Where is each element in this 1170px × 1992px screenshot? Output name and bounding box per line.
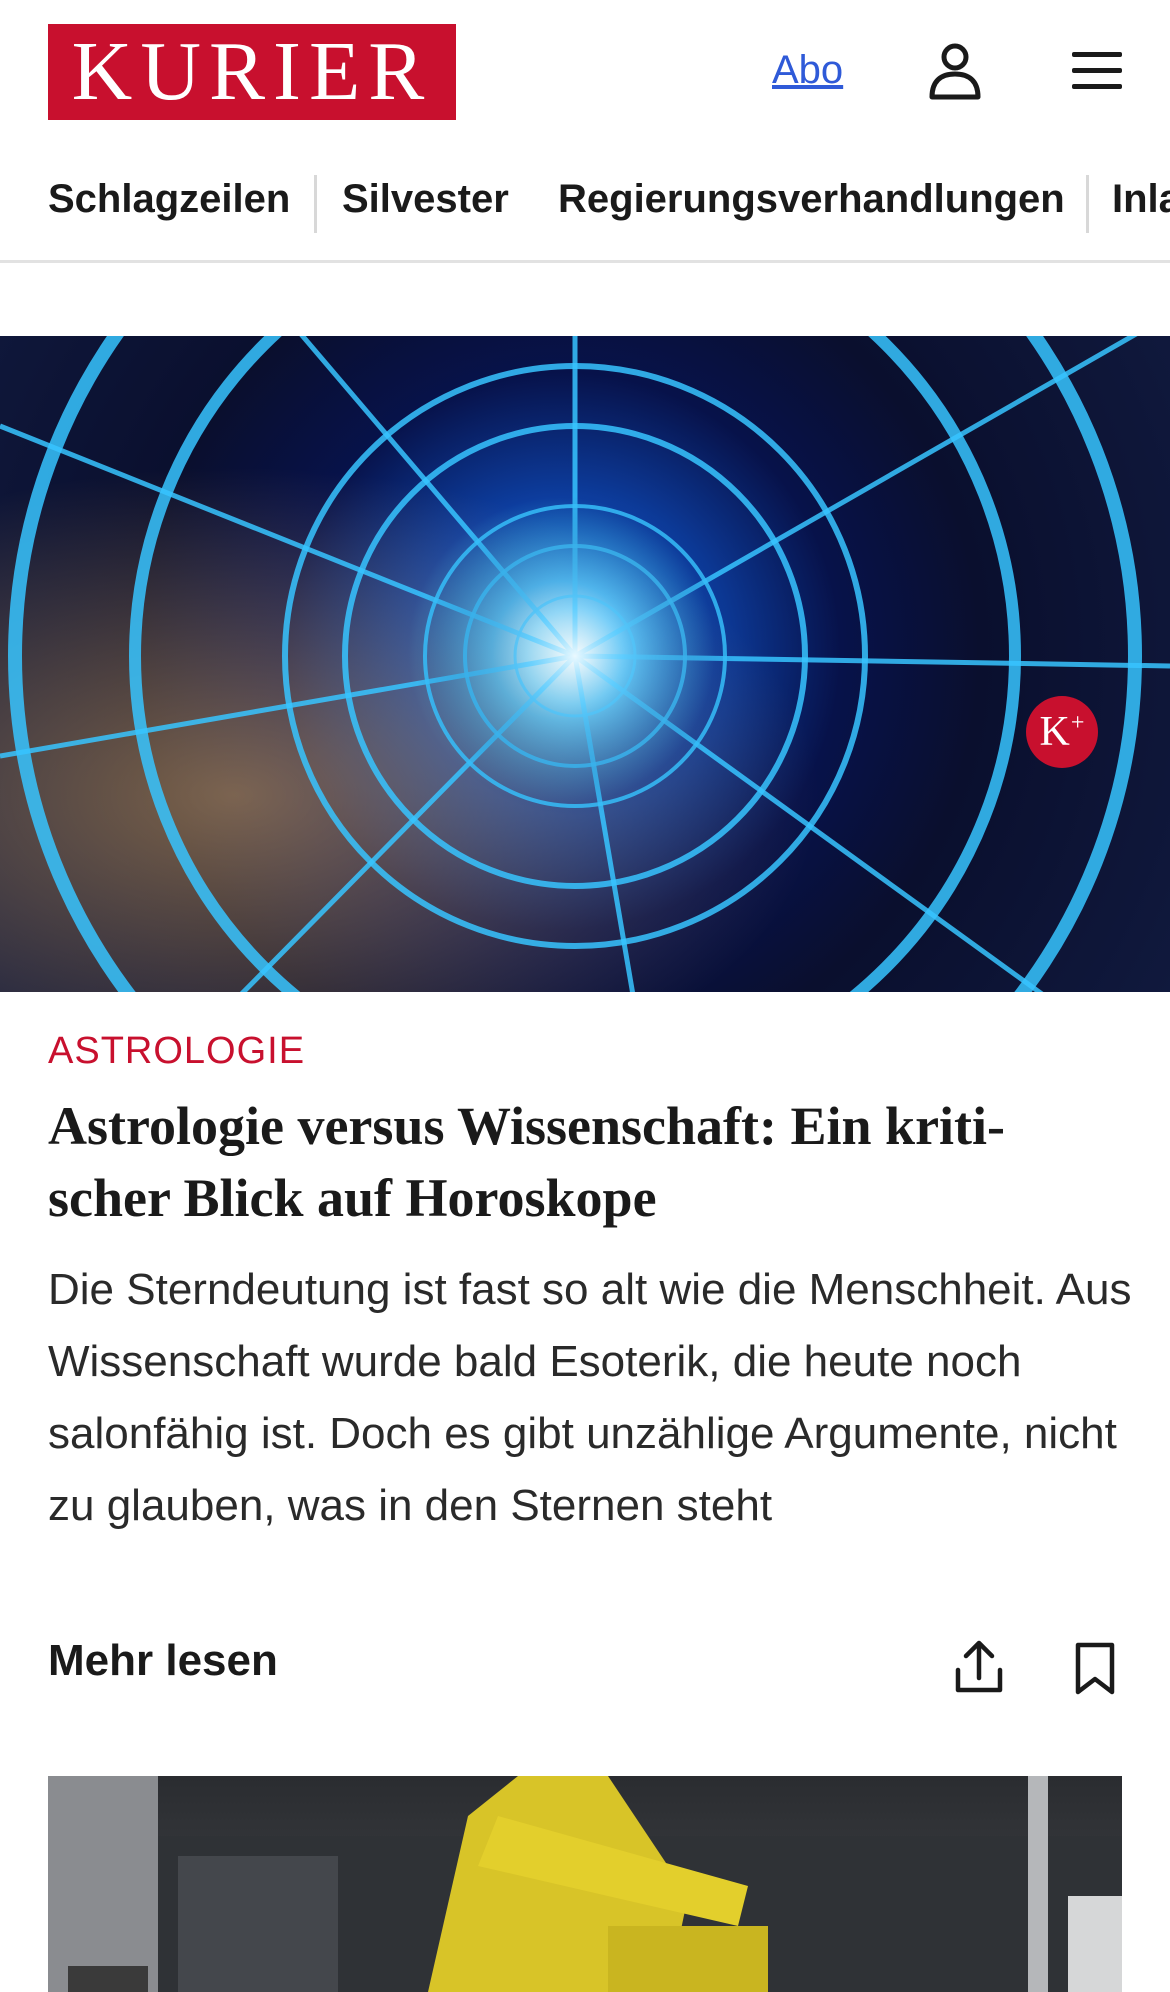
article-category[interactable]: ASTROLOGIE bbox=[48, 1030, 305, 1073]
nav-item-schlagzeilen[interactable]: Schlagzeilen bbox=[48, 177, 290, 222]
excavator-photo bbox=[48, 1776, 1122, 1992]
read-more-link[interactable]: Mehr lesen bbox=[48, 1636, 278, 1686]
article-hero-image[interactable]: K+ bbox=[0, 336, 1170, 992]
nav-divider bbox=[1086, 175, 1089, 233]
headline-line: scher Blick auf Horoskope bbox=[48, 1168, 657, 1228]
next-article-image[interactable] bbox=[48, 1776, 1122, 1992]
hamburger-menu-icon[interactable] bbox=[1070, 48, 1124, 94]
user-icon[interactable] bbox=[928, 42, 982, 100]
logo-text: KURIER bbox=[71, 25, 433, 118]
zodiac-wheel-illustration bbox=[0, 336, 1170, 992]
premium-badge-label: K+ bbox=[1039, 709, 1085, 755]
kurier-logo[interactable]: KURIER bbox=[48, 24, 456, 120]
nav-item-silvester[interactable]: Silvester bbox=[342, 177, 509, 222]
nav-item-regierungsverhandlungen[interactable]: Regierungsverhandlungen bbox=[558, 177, 1065, 222]
premium-badge-plus: + bbox=[1070, 710, 1085, 736]
article-headline[interactable]: Astrologie versus Wissenschaft: Ein krit… bbox=[48, 1090, 1128, 1234]
section-nav: Schlagzeilen Silvester Regierungsverhand… bbox=[0, 163, 1170, 263]
premium-badge: K+ bbox=[1026, 696, 1098, 768]
bookmark-icon[interactable] bbox=[1074, 1642, 1116, 1696]
nav-item-inland[interactable]: Inla bbox=[1112, 177, 1170, 222]
share-icon[interactable] bbox=[954, 1638, 1004, 1696]
abo-link[interactable]: Abo bbox=[772, 48, 843, 93]
headline-line: Astrologie versus Wissenschaft: Ein krit… bbox=[48, 1096, 1006, 1156]
nav-divider bbox=[314, 175, 317, 233]
article-teaser[interactable]: Die Sterndeutung ist fast so alt wie die… bbox=[48, 1254, 1138, 1542]
site-header: KURIER Abo bbox=[0, 0, 1170, 145]
